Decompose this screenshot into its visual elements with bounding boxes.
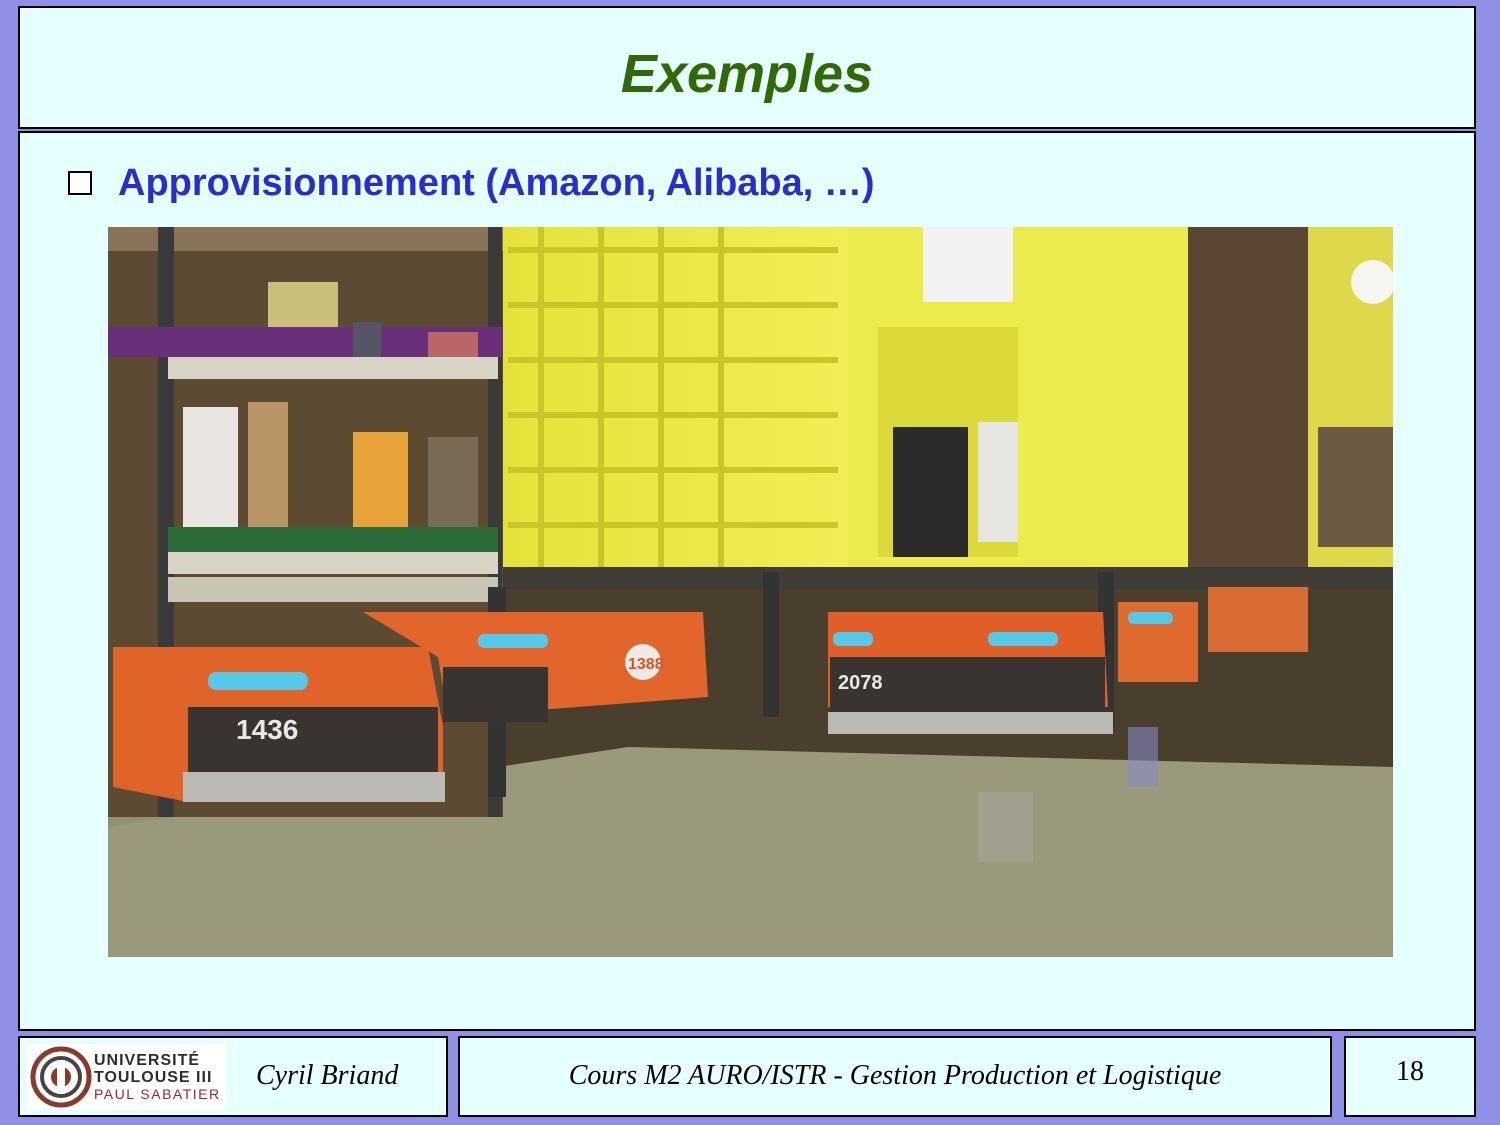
slide-title: Exemples	[620, 44, 874, 104]
checkbox-bullet-icon	[68, 171, 92, 195]
logo-text-line2: TOULOUSE III	[94, 1069, 213, 1086]
seal-icon	[30, 1046, 92, 1108]
robot-label-1388: 1388	[628, 656, 664, 673]
university-logo: UNIVERSITÉ TOULOUSE III PAUL SABATIER	[26, 1044, 226, 1110]
author-name: Cyril Briand	[256, 1060, 399, 1091]
page-number: 18	[1396, 1056, 1424, 1087]
title-panel: Exemples	[18, 6, 1476, 129]
content-panel: Approvisionnement (Amazon, Alibaba, …) 1…	[18, 131, 1476, 1031]
bullet-text: Approvisionnement (Amazon, Alibaba, …)	[118, 162, 875, 204]
course-title: Cours M2 AURO/ISTR - Gestion Production …	[568, 1060, 1222, 1091]
robot-label-2078: 2078	[838, 672, 883, 694]
footer-middle: Cours M2 AURO/ISTR - Gestion Production …	[458, 1036, 1332, 1117]
bullet-item: Approvisionnement (Amazon, Alibaba, …)	[68, 161, 875, 205]
robot-1436: 1436	[113, 647, 445, 802]
footer-left: UNIVERSITÉ TOULOUSE III PAUL SABATIER Cy…	[18, 1036, 448, 1117]
logo-text-line1: UNIVERSITÉ	[94, 1052, 201, 1069]
logo-text-line3: PAUL SABATIER	[94, 1086, 221, 1102]
robot-label-1436: 1436	[236, 714, 298, 745]
robot-2078: 2078	[828, 612, 1113, 734]
warehouse-robots-photo: 1436 1388 2078	[108, 227, 1393, 957]
footer-right: 18	[1344, 1036, 1476, 1117]
